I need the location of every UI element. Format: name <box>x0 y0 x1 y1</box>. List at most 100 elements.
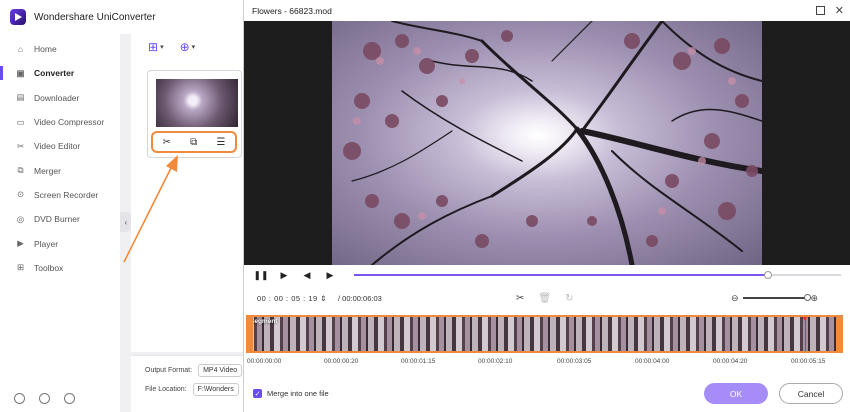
previous-frame-button[interactable]: ◀ <box>302 270 312 280</box>
ruler-tick-label: 00:00:02:10 <box>478 358 513 365</box>
file-location-field[interactable]: F:\Wonders <box>192 383 239 396</box>
add-media-icon: ⊕ <box>179 40 190 54</box>
trim-icon[interactable]: ✂ <box>163 137 171 148</box>
play-icon: ▶ <box>17 238 24 249</box>
thumbnail-edit-tools: ✂ ⧉ ☰ <box>151 131 237 153</box>
zoom-out-icon[interactable]: ⊖ <box>731 293 739 304</box>
merge-checkbox[interactable]: ✓ <box>253 389 262 398</box>
sidebar-item-screen-recorder[interactable]: ⊙ Screen Recorder <box>0 183 120 207</box>
crop-icon[interactable]: ⧉ <box>190 137 197 148</box>
timeline-strip[interactable]: Segment <box>246 315 843 353</box>
compress-icon: ▭ <box>16 116 25 127</box>
effects-icon[interactable]: ☰ <box>216 137 225 148</box>
delete-icon[interactable]: 🗑 <box>538 293 551 304</box>
sidebar-item-player[interactable]: ▶ Player <box>0 231 120 255</box>
zoom-slider[interactable] <box>742 294 811 302</box>
add-file-button[interactable]: ⊞ ▾ <box>148 40 164 54</box>
zoom-in-icon[interactable]: ⊕ <box>811 293 819 304</box>
help-icon[interactable] <box>14 393 25 404</box>
play-frame-button[interactable]: ▶ <box>279 270 289 280</box>
reset-icon[interactable]: ↻ <box>565 293 573 304</box>
video-thumbnail-card[interactable]: ✂ ⧉ ☰ <box>147 70 242 158</box>
video-thumbnail <box>156 79 238 127</box>
disc-icon: ◎ <box>16 213 25 224</box>
ruler-tick-label: 00:00:00:20 <box>324 358 359 365</box>
video-preview <box>244 21 850 265</box>
add-media-button[interactable]: ⊕ ▾ <box>180 40 196 54</box>
download-icon: ▤ <box>16 92 25 103</box>
chevron-down-icon: ▾ <box>191 44 196 51</box>
sidebar-item-converter[interactable]: ▣ Converter <box>0 61 120 85</box>
sidebar-item-toolbox[interactable]: ⊞ Toolbox <box>0 256 120 280</box>
sidebar-item-label: Home <box>34 44 57 55</box>
record-icon: ⊙ <box>16 189 25 200</box>
maximize-icon[interactable] <box>815 6 825 15</box>
output-format-select[interactable]: MP4 Video <box>198 364 243 377</box>
timeline-zoom: ⊖ ⊕ <box>731 293 818 304</box>
ruler-tick-label: 00:00:04:20 <box>713 358 748 365</box>
sidebar-item-label: Toolbox <box>34 262 64 273</box>
segment-start-handle[interactable] <box>248 317 253 351</box>
ruler-tick-label: 00:00:03:05 <box>557 358 592 365</box>
ruler-tick-label: 00:00:04:00 <box>635 358 670 365</box>
merge-checkbox-row[interactable]: ✓ Merge into one file <box>253 389 329 398</box>
grid-icon: ⊞ <box>16 262 25 273</box>
sidebar-item-downloader[interactable]: ▤ Downloader <box>0 86 120 110</box>
merge-icon: ⧉ <box>17 165 24 176</box>
sidebar: ⌂ Home ▣ Converter ▤ Downloader ▭ Video … <box>0 34 120 412</box>
sidebar-item-label: Downloader <box>34 92 80 103</box>
video-frame-image <box>332 21 762 265</box>
sidebar-item-label: DVD Burner <box>34 214 80 225</box>
chevron-left-icon: ‹ <box>124 217 128 227</box>
chevron-down-icon: ▾ <box>160 44 164 51</box>
output-settings-bar: Output Format: MP4 Video File Location: … <box>131 355 243 412</box>
scissors-icon: ✂ <box>16 140 25 151</box>
cancel-button[interactable]: Cancel <box>779 383 843 404</box>
close-icon[interactable]: ✕ <box>835 4 844 17</box>
playback-progress-fill <box>354 274 768 276</box>
window-controls: ✕ <box>815 4 844 17</box>
home-icon: ⌂ <box>17 44 24 55</box>
sidebar-item-label: Screen Recorder <box>34 189 99 200</box>
ok-button[interactable]: OK <box>704 383 768 404</box>
pause-button[interactable]: ❚❚ <box>253 270 268 280</box>
time-frames: 19 <box>308 293 318 303</box>
sidebar-item-label: Merger <box>34 165 61 176</box>
app-title: Wondershare UniConverter <box>34 11 156 23</box>
timeline-ruler: 00:00:00:00 00:00:00:20 00:00:01:15 00:0… <box>244 357 850 369</box>
playback-controls: ❚❚ ▶ ◀ ▶ <box>244 265 850 285</box>
bell-icon[interactable] <box>39 393 50 404</box>
dialog-title: Flowers - 66823.mod <box>252 5 332 16</box>
ruler-tick-label: 00:00:01:15 <box>401 358 436 365</box>
trim-dialog: Flowers - 66823.mod ✕ ❚❚ ▶ ◀ ▶ 00: 00:… <box>243 0 850 412</box>
video-frame <box>332 21 762 265</box>
time-seconds: 05 <box>291 293 301 303</box>
feedback-icon[interactable] <box>64 393 75 404</box>
output-format-row: Output Format: MP4 Video <box>145 364 243 377</box>
sidebar-item-video-editor[interactable]: ✂ Video Editor <box>0 134 120 158</box>
sidebar-item-merger[interactable]: ⧉ Merger <box>0 158 120 182</box>
app-logo <box>10 9 26 25</box>
playback-progress-bar[interactable] <box>354 271 841 279</box>
playhead-marker[interactable] <box>802 317 809 351</box>
file-location-row: File Location: F:\Wonders <box>145 383 239 396</box>
playback-progress-handle[interactable] <box>763 271 772 279</box>
next-frame-button[interactable]: ▶ <box>325 270 335 280</box>
sidebar-item-dvd-burner[interactable]: ◎ DVD Burner <box>0 207 120 231</box>
merge-label: Merge into one file <box>267 389 329 398</box>
ruler-tick-label: 00:00:00:00 <box>247 358 282 365</box>
sidebar-item-label: Converter <box>34 68 75 79</box>
time-toolbar: 00 : 00 : 05 : 19 ⇕ / 00:00:06:03 ✂ 🗑 ↻ … <box>244 288 850 308</box>
sidebar-item-label: Player <box>34 238 59 249</box>
segment-end-handle[interactable] <box>836 317 841 351</box>
sidebar-item-home[interactable]: ⌂ Home <box>0 37 120 61</box>
segment-tools: ✂ 🗑 ↻ <box>516 293 573 304</box>
current-time-field[interactable]: 00 : 00 : 05 : 19 ⇕ <box>257 294 327 303</box>
time-stepper-icon[interactable]: ⇕ <box>320 294 327 303</box>
dialog-footer: ✓ Merge into one file OK Cancel <box>244 380 850 408</box>
converter-icon: ▣ <box>16 67 25 78</box>
sidebar-item-video-compressor[interactable]: ▭ Video Compressor <box>0 110 120 134</box>
zoom-slider-handle[interactable] <box>803 294 811 302</box>
cut-icon[interactable]: ✂ <box>516 293 524 304</box>
add-file-icon: ⊞ <box>148 40 159 54</box>
